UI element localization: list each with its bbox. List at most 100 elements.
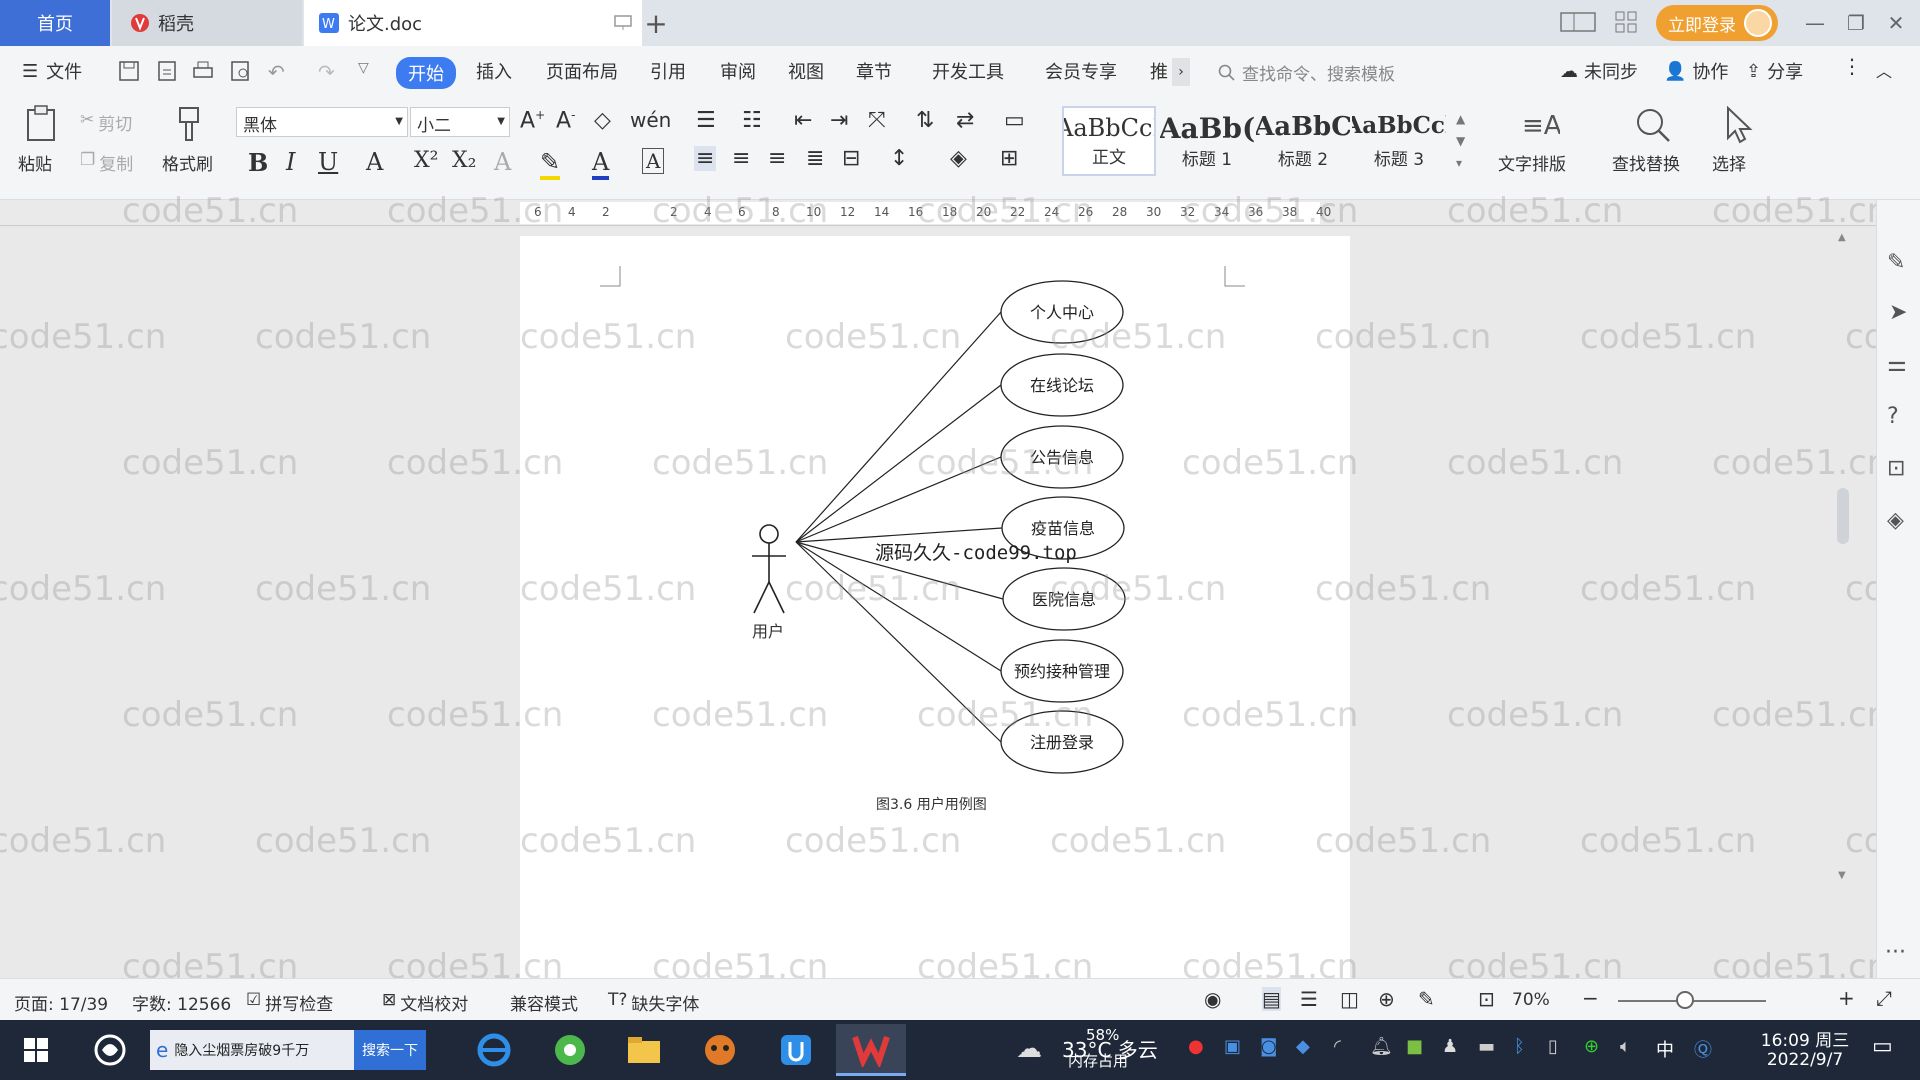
grow-font-icon[interactable]: A+ (520, 108, 545, 133)
pointer-icon[interactable]: ➤ (1889, 300, 1907, 325)
line-spacing-icon[interactable]: ↕ (890, 146, 908, 171)
table-tools-icon[interactable]: ▭ (1004, 108, 1025, 133)
undo-icon[interactable]: ↶ (268, 60, 285, 84)
menu-chapter[interactable]: 章节 (856, 58, 892, 84)
italic-icon[interactable]: I (286, 148, 295, 176)
menu-review[interactable]: 审阅 (720, 58, 756, 84)
news-search-button[interactable]: 搜索一下 (354, 1030, 426, 1070)
menu-recommend[interactable]: 推 (1150, 58, 1168, 84)
ruler-scale[interactable]: 6 4 2 2 4 6 8 10 12 14 16 18 20 22 24 26 28 30 32 34 36 38 40 (520, 202, 1331, 224)
wps-app-icon[interactable] (836, 1024, 906, 1076)
page-view-icon[interactable]: ▤ (1262, 987, 1281, 1011)
shrink-font-icon[interactable]: A- (556, 108, 575, 133)
export-pdf-icon[interactable] (156, 60, 178, 82)
style-heading-1[interactable]: AaBb(标题 1 (1160, 106, 1254, 176)
ime-indicator[interactable]: 中 (1656, 1036, 1674, 1062)
menu-page-layout[interactable]: 页面布局 (546, 58, 618, 84)
scroll-down-arrow-icon[interactable]: ▼ (1838, 870, 1846, 881)
clear-format-icon[interactable]: ◇ (594, 108, 611, 133)
format-painter-icon[interactable] (174, 106, 204, 144)
bluetooth-icon[interactable]: ᛒ (1514, 1036, 1525, 1057)
qq-icon[interactable]: ♟ (1442, 1036, 1458, 1057)
nvidia-icon[interactable]: ■ (1406, 1036, 1423, 1057)
text-layout-icon[interactable]: ≡A (1518, 106, 1560, 144)
zoom-level[interactable]: 70% (1512, 990, 1550, 1010)
zoom-out-icon[interactable]: − (1582, 986, 1599, 1010)
image-settings-icon[interactable]: ⊡ (1887, 456, 1905, 481)
ie-browser-icon[interactable] (468, 1028, 520, 1072)
compass-icon[interactable]: ◈ (1887, 508, 1904, 533)
reading-view-icon[interactable]: ◫ (1340, 987, 1359, 1011)
close-button[interactable]: ✕ (1876, 8, 1916, 38)
missing-font-button[interactable]: T? 缺失字体 (608, 990, 699, 1015)
share-button[interactable]: ⇪ 分享 (1746, 58, 1803, 84)
volume-icon[interactable]: 🔈︎ (1620, 1036, 1631, 1057)
magnifier-icon[interactable] (1634, 106, 1672, 144)
fit-page-icon[interactable]: ⊡ (1478, 987, 1495, 1011)
add-tab-button[interactable]: + (640, 0, 672, 46)
tray-shield-icon[interactable]: ◆ (1296, 1036, 1310, 1057)
browser-green-icon[interactable] (544, 1028, 596, 1072)
page-count[interactable]: 页面: 17/39 (14, 990, 108, 1015)
file-explorer-icon[interactable] (618, 1028, 670, 1072)
start-button[interactable] (10, 1028, 62, 1072)
news-search-widget[interactable]: e 隐入尘烟票房破9千万 搜索一下 (150, 1030, 426, 1070)
minimize-button[interactable]: — (1795, 8, 1835, 38)
justify-icon[interactable]: ≣ (806, 146, 824, 171)
bullet-list-icon[interactable]: ☰ (696, 108, 716, 133)
usb-icon[interactable]: ▯ (1548, 1036, 1558, 1057)
bell-icon[interactable]: 🔔︎ (1370, 1036, 1393, 1057)
file-menu[interactable]: ☰ 文件 (22, 58, 82, 84)
write-mode-icon[interactable]: ✎ (1418, 987, 1435, 1011)
eye-protect-icon[interactable]: ◉ (1204, 987, 1221, 1011)
scrollbar-thumb[interactable] (1837, 488, 1849, 544)
wifi-icon[interactable]: ◜ (1334, 1036, 1341, 1057)
styles-scroll-icon[interactable]: ▲ ▼ ▾ (1456, 108, 1465, 174)
quick-access-dropdown-icon[interactable]: ▽ (358, 60, 369, 76)
increase-indent-icon[interactable]: ⇥ (830, 108, 848, 133)
shading-icon[interactable]: ◈ (950, 146, 967, 171)
assistant-icon[interactable] (84, 1028, 136, 1072)
cut-button[interactable]: ✂ 剪切 (80, 110, 132, 135)
document-page[interactable]: 个人中心 在线论坛 公告信息 疫苗信息 医院信息 预约接种管理 注册登录 用户 图3.6 用… (520, 236, 1350, 978)
menu-member[interactable]: 会员专享 (1045, 58, 1117, 84)
notification-icon[interactable]: ▭ (1872, 1034, 1893, 1059)
vertical-scrollbar[interactable]: ▲ ▼ (1834, 230, 1852, 970)
tray-q-icon[interactable]: Ⓠ (1694, 1036, 1712, 1062)
game-app-icon[interactable] (694, 1028, 746, 1072)
menu-more-chevron-icon[interactable]: › (1172, 58, 1190, 86)
decrease-indent-icon[interactable]: ⇤ (794, 108, 812, 133)
distributed-icon[interactable]: ⊟ (842, 146, 860, 171)
paste-button[interactable]: 粘贴 (18, 150, 52, 175)
font-color-icon[interactable]: A (592, 148, 610, 180)
copy-button[interactable]: ❐ 复制 (80, 150, 133, 175)
tab-home[interactable]: 首页 (0, 0, 110, 46)
compat-mode[interactable]: 兼容模式 (510, 990, 578, 1015)
tray-app-icon[interactable]: ● (1188, 1036, 1204, 1057)
superscript-icon[interactable]: X² (414, 148, 438, 173)
tool-app-icon[interactable] (770, 1028, 822, 1072)
bold-icon[interactable]: B (248, 148, 268, 177)
menu-dev-tools[interactable]: 开发工具 (932, 58, 1004, 84)
style-normal[interactable]: AaBbCcI 正文 (1062, 106, 1156, 176)
phonetic-guide-icon[interactable]: wén (630, 108, 671, 132)
zoom-in-icon[interactable]: + (1838, 986, 1855, 1010)
align-left-icon[interactable]: ≡ (694, 146, 717, 171)
menu-insert[interactable]: 插入 (476, 58, 512, 84)
zoom-slider-handle[interactable] (1676, 991, 1694, 1009)
style-heading-3[interactable]: AaBbCcl 标题 3 (1352, 106, 1446, 176)
command-search-input[interactable]: 查找命令、搜索模板 (1218, 60, 1395, 85)
text-effect-icon[interactable]: A (494, 148, 511, 176)
char-border-icon[interactable]: A (642, 148, 665, 174)
print-icon[interactable] (192, 60, 214, 82)
font-size-select[interactable]: 小二 ▼ (410, 107, 510, 137)
scroll-up-arrow-icon[interactable]: ▲ (1838, 232, 1846, 243)
borders-icon[interactable]: ⊞ (1000, 146, 1018, 171)
help-icon[interactable]: ? (1887, 404, 1899, 429)
doc-proof-button[interactable]: ⊠ 文档校对 (382, 990, 468, 1015)
redo-icon[interactable]: ↷ (318, 60, 335, 84)
web-view-icon[interactable]: ⊕ (1378, 987, 1395, 1011)
select-button[interactable]: 选择 (1712, 150, 1746, 175)
clock-date[interactable]: 2022/9/7 (1750, 1050, 1860, 1070)
fullscreen-icon[interactable]: ⤢ (1876, 986, 1892, 1010)
